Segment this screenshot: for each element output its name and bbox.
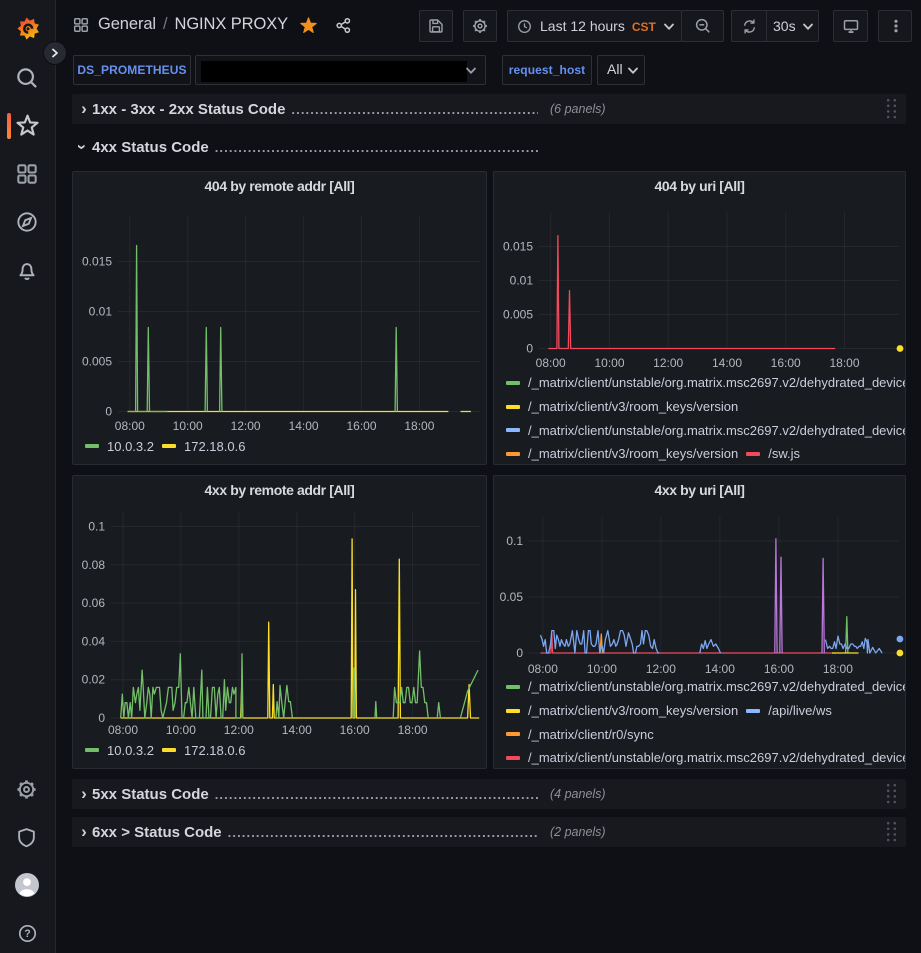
svg-text:0.01: 0.01: [89, 305, 113, 319]
svg-text:0.1: 0.1: [506, 534, 523, 548]
svg-text:0.04: 0.04: [82, 634, 106, 648]
svg-text:10:00: 10:00: [166, 723, 196, 737]
svg-text:08:00: 08:00: [115, 419, 145, 433]
svg-text:18:00: 18:00: [823, 662, 853, 676]
svg-text:12:00: 12:00: [646, 662, 676, 676]
svg-text:0.005: 0.005: [503, 308, 533, 322]
svg-text:0.01: 0.01: [510, 274, 534, 288]
svg-text:0.05: 0.05: [500, 590, 524, 604]
svg-text:16:00: 16:00: [340, 723, 370, 737]
svg-text:14:00: 14:00: [289, 419, 319, 433]
svg-text:0.015: 0.015: [503, 240, 533, 254]
svg-text:16:00: 16:00: [764, 662, 794, 676]
svg-text:0: 0: [98, 711, 105, 725]
svg-text:10:00: 10:00: [594, 356, 624, 370]
svg-text:12:00: 12:00: [653, 356, 683, 370]
svg-text:12:00: 12:00: [224, 723, 254, 737]
svg-text:18:00: 18:00: [829, 356, 859, 370]
svg-text:0: 0: [526, 342, 533, 356]
svg-text:14:00: 14:00: [712, 356, 742, 370]
svg-text:10:00: 10:00: [587, 662, 617, 676]
svg-text:16:00: 16:00: [771, 356, 801, 370]
svg-text:0.015: 0.015: [82, 255, 112, 269]
svg-text:0: 0: [516, 646, 523, 660]
svg-text:14:00: 14:00: [705, 662, 735, 676]
svg-text:10:00: 10:00: [173, 419, 203, 433]
svg-text:0.06: 0.06: [82, 596, 106, 610]
svg-text:0.1: 0.1: [88, 520, 105, 534]
svg-text:12:00: 12:00: [231, 419, 261, 433]
svg-text:08:00: 08:00: [108, 723, 138, 737]
svg-text:08:00: 08:00: [528, 662, 558, 676]
svg-text:08:00: 08:00: [536, 356, 566, 370]
svg-text:18:00: 18:00: [404, 419, 434, 433]
svg-text:18:00: 18:00: [398, 723, 428, 737]
svg-text:14:00: 14:00: [282, 723, 312, 737]
svg-text:16:00: 16:00: [346, 419, 376, 433]
svg-text:0.08: 0.08: [82, 558, 106, 572]
svg-text:0.02: 0.02: [82, 673, 106, 687]
svg-text:0: 0: [105, 405, 112, 419]
svg-text:0.005: 0.005: [82, 355, 112, 369]
svg-text:?: ?: [24, 928, 31, 940]
